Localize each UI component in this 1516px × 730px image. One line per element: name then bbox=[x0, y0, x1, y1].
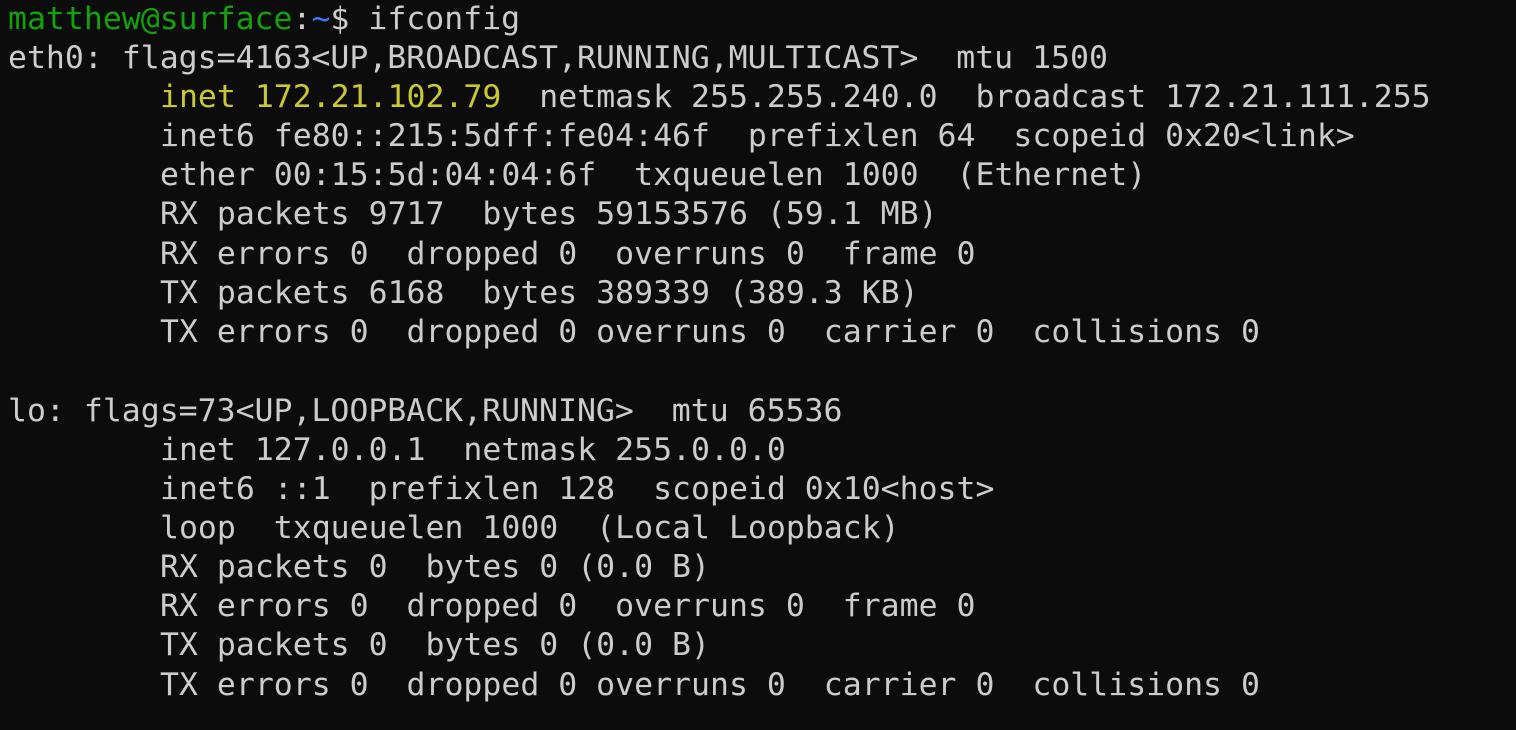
prompt-command: ifconfig bbox=[349, 1, 521, 37]
eth0-detail-line: ether 00:15:5d:04:04:6f txqueuelen 1000 … bbox=[160, 157, 1147, 194]
eth0-detail-line: inet6 fe80::215:5dff:fe04:46f prefixlen … bbox=[160, 118, 1355, 155]
lo-detail-line: RX errors 0 dropped 0 overruns 0 frame 0 bbox=[160, 588, 976, 625]
lo-detail-line: inet 127.0.0.1 netmask 255.0.0.0 bbox=[160, 431, 786, 468]
interface-header-eth0: eth0: flags=4163<UP,BROADCAST,RUNNING,MU… bbox=[8, 40, 1108, 77]
lo-detail-line: TX errors 0 dropped 0 overruns 0 carrier… bbox=[160, 666, 1260, 703]
lo-detail-line: loop txqueuelen 1000 (Local Loopback) bbox=[160, 510, 900, 547]
eth0-inet-line: inet 172.21.102.79 netmask 255.255.240.0… bbox=[8, 78, 1508, 117]
eth0-inet-rest: netmask 255.255.240.0 broadcast 172.21.1… bbox=[501, 79, 1431, 116]
prompt-symbol: $ bbox=[330, 1, 350, 37]
eth0-detail-line: RX errors 0 dropped 0 overruns 0 frame 0 bbox=[160, 235, 976, 272]
eth0-detail-line: TX packets 6168 bytes 389339 (389.3 KB) bbox=[160, 274, 919, 311]
lo-detail-line: inet6 ::1 prefixlen 128 scopeid 0x10<hos… bbox=[160, 471, 995, 508]
terminal-window[interactable]: matthew@surface:~$ ifconfig eth0: flags=… bbox=[8, 0, 1508, 730]
eth0-detail-line: RX packets 9717 bytes 59153576 (59.1 MB) bbox=[160, 196, 938, 233]
lo-detail-line: TX packets 0 bytes 0 (0.0 B) bbox=[160, 627, 710, 664]
eth0-detail-line: TX errors 0 dropped 0 overruns 0 carrier… bbox=[160, 313, 1260, 350]
interface-header-lo: lo: flags=73<UP,LOOPBACK,RUNNING> mtu 65… bbox=[8, 392, 843, 429]
prompt-user-host: matthew@surface bbox=[8, 1, 293, 37]
prompt-cwd: ~ bbox=[311, 1, 331, 37]
eth0-inet-address-highlight: inet 172.21.102.79 bbox=[160, 79, 502, 116]
prompt-line: matthew@surface:~$ ifconfig bbox=[8, 0, 1508, 39]
lo-detail-line: RX packets 0 bytes 0 (0.0 B) bbox=[160, 549, 710, 586]
prompt-separator: : bbox=[292, 1, 312, 37]
